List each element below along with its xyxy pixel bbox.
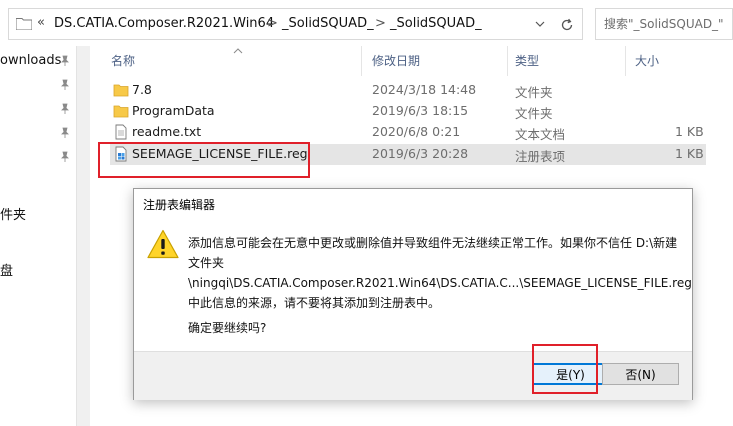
dialog-confirm-question: 确定要继续吗? — [188, 321, 267, 335]
file-size: 1 KB — [675, 146, 704, 161]
search-box[interactable] — [595, 8, 733, 40]
column-divider[interactable] — [361, 46, 362, 76]
breadcrumb-item[interactable]: _SolidSQUAD_ — [282, 16, 374, 31]
folder-icon — [113, 84, 129, 97]
overflow-chevron-icon[interactable]: « — [37, 15, 45, 30]
no-button[interactable]: 否(N) — [602, 363, 679, 385]
file-date: 2019/6/3 20:28 — [372, 146, 469, 161]
nav-item-drive[interactable]: 盘 — [0, 260, 13, 279]
column-header-name[interactable]: 名称 — [111, 46, 135, 76]
column-divider[interactable] — [507, 46, 508, 76]
folder-icon — [113, 105, 129, 118]
folder-icon — [16, 18, 32, 30]
sort-arrow-icon — [233, 48, 243, 54]
file-type: 文件夹 — [515, 85, 553, 100]
file-type: 注册表项 — [515, 149, 566, 164]
nav-scrollbar[interactable] — [76, 46, 90, 426]
pin-icon[interactable] — [59, 79, 71, 91]
file-name[interactable]: readme.txt — [132, 124, 201, 139]
refresh-icon — [561, 18, 573, 31]
file-date: 2020/6/8 0:21 — [372, 124, 461, 139]
refresh-button[interactable] — [557, 15, 577, 35]
dialog-title: 注册表编辑器 — [143, 198, 216, 212]
file-row[interactable]: 7.8 2024/3/18 14:48 文件夹 — [110, 80, 706, 101]
file-type: 文本文档 — [515, 127, 566, 142]
text-file-icon — [115, 124, 127, 140]
column-header-type[interactable]: 类型 — [515, 46, 539, 76]
file-name[interactable]: 7.8 — [132, 82, 152, 97]
dialog-message-line: 文件夹 — [188, 256, 225, 270]
pin-icon[interactable] — [59, 55, 71, 67]
registry-editor-dialog: 注册表编辑器 添加信息可能会在无意中更改或删除值并导致组件无法继续正常工作。如果… — [133, 188, 693, 400]
pin-icon[interactable] — [59, 127, 71, 139]
address-bar[interactable]: « DS.CATIA.Composer.R2021.Win64 > _Solid… — [8, 8, 583, 40]
address-toolbar: « DS.CATIA.Composer.R2021.Win64 > _Solid… — [0, 0, 733, 46]
breadcrumb-item-current[interactable]: _SolidSQUAD_ — [390, 16, 482, 31]
column-header-date[interactable]: 修改日期 — [372, 46, 420, 76]
breadcrumb-separator-icon[interactable]: > — [375, 16, 386, 31]
pin-icon[interactable] — [59, 151, 71, 163]
search-input[interactable] — [596, 9, 732, 39]
file-type: 文件夹 — [515, 106, 553, 121]
warning-icon — [147, 229, 179, 259]
file-date: 2024/3/18 14:48 — [372, 82, 477, 97]
pin-icon[interactable] — [59, 103, 71, 115]
column-divider[interactable] — [625, 46, 626, 76]
dialog-message-line: \ningqi\DS.CATIA.Composer.R2021.Win64\DS… — [188, 276, 692, 290]
file-row[interactable]: ProgramData 2019/6/3 18:15 文件夹 — [110, 101, 706, 122]
navigation-pane: ownloads 件夹 盘 — [0, 46, 76, 426]
file-date: 2019/6/3 18:15 — [372, 103, 469, 118]
file-name[interactable]: ProgramData — [132, 103, 215, 118]
chevron-down-icon[interactable] — [534, 18, 546, 30]
file-row[interactable]: readme.txt 2020/6/8 0:21 文本文档 1 KB — [110, 122, 706, 143]
dialog-message: 添加信息可能会在无意中更改或删除值并导致组件无法继续正常工作。如果你不信任 D:… — [188, 233, 692, 313]
dialog-footer: 是(Y) 否(N) — [134, 351, 692, 400]
highlight-box — [98, 142, 310, 178]
breadcrumb-item[interactable]: DS.CATIA.Composer.R2021.Win64 — [54, 16, 274, 31]
dialog-message-line: 中此信息的来源，请不要将其添加到注册表中。 — [188, 296, 441, 310]
nav-item-downloads[interactable]: ownloads — [0, 53, 61, 68]
file-size: 1 KB — [675, 124, 704, 139]
nav-item-folder[interactable]: 件夹 — [0, 204, 26, 223]
close-button[interactable] — [648, 189, 692, 217]
highlight-box — [532, 344, 598, 394]
breadcrumb-separator-icon[interactable]: > — [267, 16, 278, 31]
column-header-size[interactable]: 大小 — [635, 46, 659, 76]
dialog-message-line: 添加信息可能会在无意中更改或删除值并导致组件无法继续正常工作。如果你不信任 D:… — [188, 236, 678, 250]
